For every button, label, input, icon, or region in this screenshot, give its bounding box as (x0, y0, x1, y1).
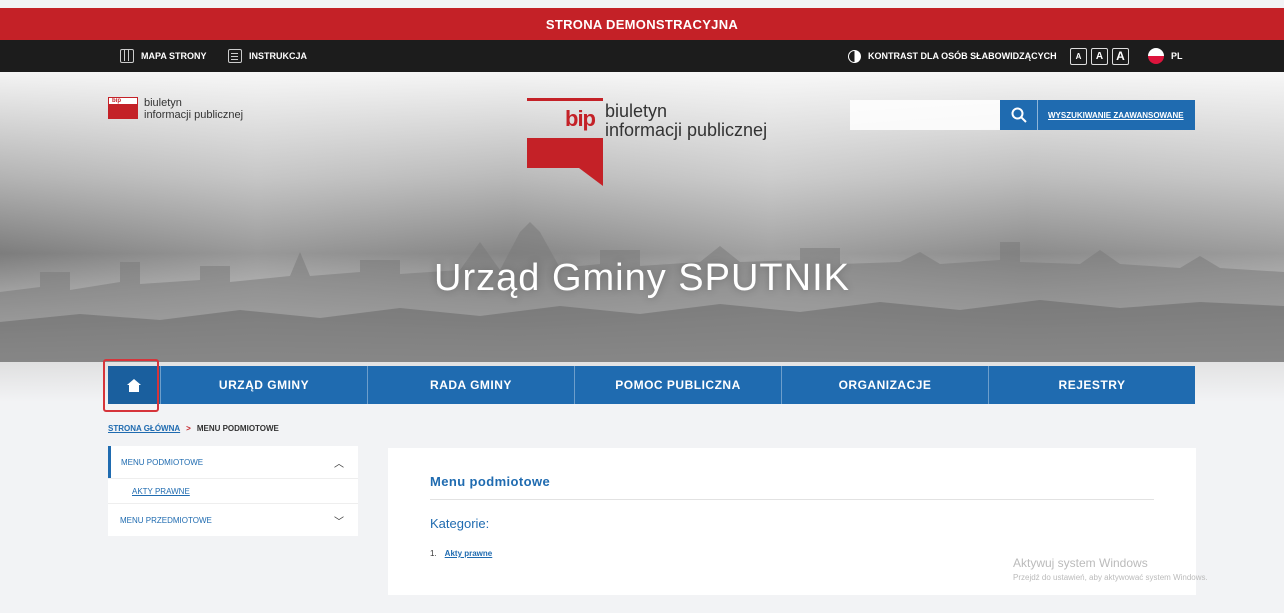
hero-banner: bip biuletyn informacji publicznej bip b… (0, 72, 1284, 402)
nav-item-urzad-gminy[interactable]: URZĄD GMINY (160, 366, 367, 404)
language-selector[interactable]: PL (1148, 40, 1183, 72)
page-title: Urząd Gminy SPUTNIK (434, 257, 850, 299)
font-size-controls: A A A (1070, 40, 1129, 72)
instructions-label: INSTRUKCJA (249, 51, 308, 61)
top-bar: MAPA STRONY INSTRUKCJA KONTRAST DLA OSÓB… (0, 40, 1284, 72)
font-size-medium-button[interactable]: A (1091, 47, 1108, 65)
contrast-icon (848, 49, 861, 63)
list-item-link[interactable]: Akty prawne (445, 549, 493, 558)
small-bip-logo[interactable]: bip biuletyn informacji publicznej (108, 97, 243, 123)
language-label: PL (1171, 51, 1183, 61)
bip-emblem-icon: bip (527, 98, 603, 188)
windows-activation-watermark: Aktywuj system Windows Przejdź do ustawi… (1013, 556, 1208, 582)
search-icon[interactable] (1000, 100, 1038, 130)
watermark-line2: Przejdź do ustawień, aby aktywować syste… (1013, 573, 1208, 582)
instructions-link[interactable]: INSTRUKCJA (228, 40, 307, 72)
content-subtitle: Kategorie: (430, 516, 490, 531)
nav-item-rejestry[interactable]: REJESTRY (988, 366, 1195, 404)
main-bip-logo[interactable]: bip biuletyn informacji publicznej (527, 98, 767, 188)
list-item-number: 1. (430, 549, 437, 558)
document-icon (228, 49, 242, 63)
side-item-label: MENU PRZEDMIOTOWE (120, 515, 212, 525)
nav-item-pomoc-publiczna[interactable]: POMOC PUBLICZNA (574, 366, 781, 404)
watermark-line1: Aktywuj system Windows (1013, 556, 1148, 570)
chevron-down-icon[interactable]: ﹀ (334, 513, 344, 528)
advanced-search-link[interactable]: WYSZUKIWANIE ZAAWANSOWANE (1038, 111, 1184, 120)
small-logo-line2: informacji publicznej (144, 109, 244, 121)
side-item-menu-przedmiotowe[interactable]: MENU PRZEDMIOTOWE ﹀ (108, 504, 358, 536)
chevron-up-icon[interactable]: ︿ (334, 455, 344, 470)
contrast-label: KONTRAST DLA OSÓB SŁABOWIDZĄCYCH (868, 51, 1057, 61)
small-logo-line1: biuletyn (144, 97, 182, 109)
divider (430, 499, 1154, 500)
search-input[interactable] (850, 100, 1000, 130)
main-navigation: URZĄD GMINY RADA GMINY POMOC PUBLICZNA O… (108, 366, 1195, 404)
demo-banner: STRONA DEMONSTRACYJNA (0, 8, 1284, 40)
side-menu: MENU PODMIOTOWE ︿ AKTY PRAWNE MENU PRZED… (108, 446, 358, 536)
bip-logo-icon: bip (108, 97, 138, 123)
font-size-large-button[interactable]: A (1112, 47, 1129, 65)
breadcrumb-current: MENU PODMIOTOWE (196, 424, 279, 433)
big-logo-line2: informacji publicznej (605, 120, 768, 140)
content-title: Menu podmiotowe (430, 474, 551, 489)
home-button[interactable] (108, 366, 160, 404)
nav-item-rada-gminy[interactable]: RADA GMINY (367, 366, 574, 404)
home-icon (127, 378, 141, 392)
font-size-small-button[interactable]: A (1070, 47, 1087, 65)
side-item-menu-podmiotowe[interactable]: MENU PODMIOTOWE ︿ (108, 446, 358, 478)
breadcrumb-home-link[interactable]: STRONA GŁÓWNA (108, 424, 180, 433)
contrast-toggle[interactable]: KONTRAST DLA OSÓB SŁABOWIDZĄCYCH (848, 40, 1057, 72)
site-map-link[interactable]: MAPA STRONY (120, 40, 207, 72)
site-map-label: MAPA STRONY (141, 51, 207, 61)
breadcrumb-separator: > (186, 424, 191, 433)
poland-flag-icon (1148, 48, 1164, 64)
breadcrumb: STRONA GŁÓWNA > MENU PODMIOTOWE (108, 424, 279, 433)
side-item-label: MENU PODMIOTOWE (121, 457, 204, 467)
nav-item-organizacje[interactable]: ORGANIZACJE (781, 366, 988, 404)
map-icon (120, 49, 134, 63)
search-bar-actions: WYSZUKIWANIE ZAAWANSOWANE (1000, 100, 1195, 130)
big-logo-line1: biuletyn (605, 101, 668, 121)
side-subitem-akty-prawne[interactable]: AKTY PRAWNE (108, 478, 358, 504)
